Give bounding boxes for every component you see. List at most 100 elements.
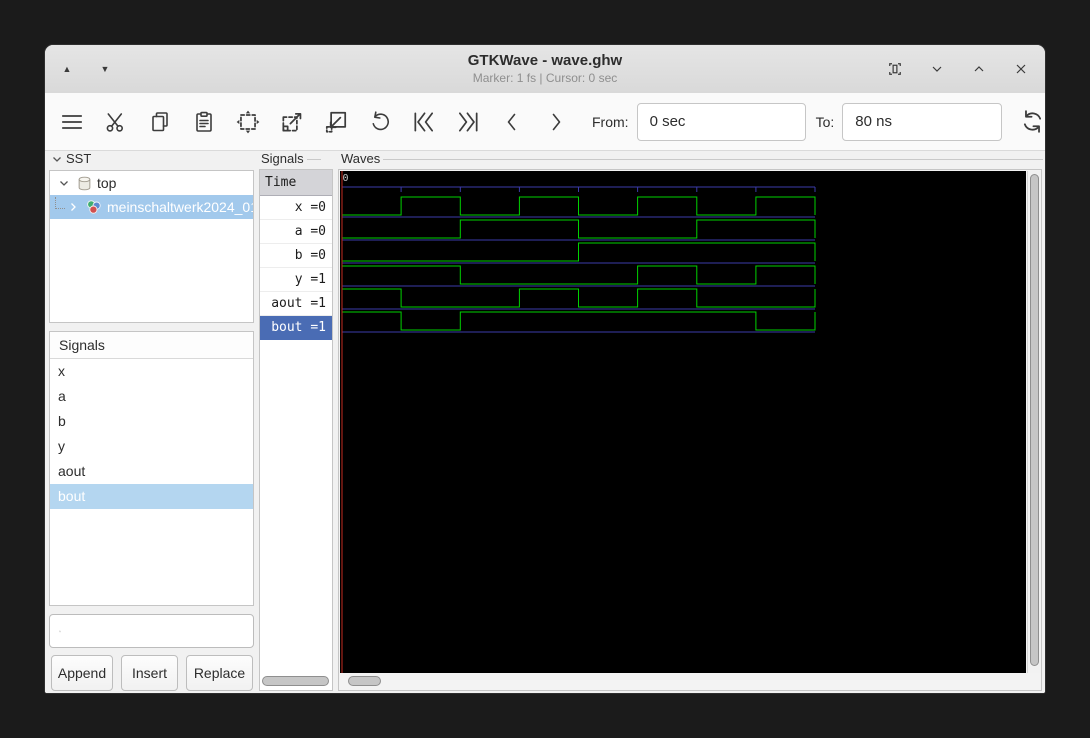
maximize-button[interactable] bbox=[969, 59, 989, 79]
waveform-trace-bout bbox=[342, 312, 815, 330]
chevron-up-icon bbox=[971, 61, 987, 77]
signal-list-item-x[interactable]: x bbox=[50, 359, 253, 384]
step-forward-button[interactable] bbox=[542, 108, 570, 136]
replace-button[interactable]: Replace bbox=[186, 655, 253, 691]
paste-icon bbox=[192, 110, 216, 134]
value-row[interactable]: y =1 bbox=[260, 268, 332, 292]
search-icon bbox=[59, 624, 61, 639]
zoom-out-button[interactable] bbox=[322, 108, 350, 136]
sst-header[interactable]: SST bbox=[51, 151, 91, 166]
value-rows: x =0a =0b =0y =1aout =1bout =1 bbox=[260, 196, 332, 340]
waveform-trace-x bbox=[342, 197, 815, 215]
go-to-end-icon bbox=[455, 109, 481, 135]
chevron-down-icon bbox=[929, 61, 945, 77]
values-frame-label: Signals bbox=[261, 151, 321, 166]
fullscreen-icon bbox=[886, 60, 904, 78]
to-label: To: bbox=[816, 114, 835, 130]
zoom-out-icon bbox=[323, 109, 349, 135]
minimize-button[interactable] bbox=[927, 59, 947, 79]
fullscreen-button[interactable] bbox=[885, 59, 905, 79]
tree-guide bbox=[55, 197, 65, 209]
tree-item-top[interactable]: top bbox=[50, 171, 253, 195]
signal-list-item-b[interactable]: b bbox=[50, 409, 253, 434]
waves-frame-label: Waves bbox=[341, 151, 1043, 166]
reload-button[interactable] bbox=[1018, 108, 1046, 136]
value-row[interactable]: b =0 bbox=[260, 244, 332, 268]
append-button-label: Append bbox=[58, 665, 106, 681]
value-row[interactable]: x =0 bbox=[260, 196, 332, 220]
menu-icon bbox=[59, 109, 85, 135]
close-icon bbox=[1013, 61, 1029, 77]
go-to-start-icon bbox=[411, 109, 437, 135]
undo-button[interactable] bbox=[366, 108, 394, 136]
append-button[interactable]: Append bbox=[51, 655, 113, 691]
expander-down-icon bbox=[51, 153, 63, 165]
expander-down-icon[interactable] bbox=[58, 177, 70, 189]
waves-vscrollbar-thumb[interactable] bbox=[1030, 174, 1039, 666]
cut-button[interactable] bbox=[102, 108, 130, 136]
tree-item-label: top bbox=[97, 175, 116, 191]
zoom-in-icon bbox=[279, 109, 305, 135]
go-to-start-button[interactable] bbox=[410, 108, 438, 136]
go-to-end-button[interactable] bbox=[454, 108, 482, 136]
step-back-button[interactable] bbox=[498, 108, 526, 136]
expander-right-icon[interactable] bbox=[67, 201, 79, 213]
tree-item-module[interactable]: meinschaltwerk2024_01 bbox=[50, 195, 253, 219]
value-row[interactable]: bout =1 bbox=[260, 316, 332, 340]
cut-icon bbox=[104, 110, 128, 134]
tree-item-label: meinschaltwerk2024_01 bbox=[107, 199, 253, 215]
signal-list-item-aout[interactable]: aout bbox=[50, 459, 253, 484]
signal-list-item-y[interactable]: y bbox=[50, 434, 253, 459]
search-input[interactable] bbox=[68, 622, 253, 640]
waveform-canvas[interactable]: 0 bbox=[340, 171, 1026, 673]
titlebar[interactable]: ▲ ▼ GTKWave - wave.ghw Marker: 1 fs | Cu… bbox=[45, 45, 1045, 94]
waveform-svg: 0 bbox=[340, 171, 1026, 673]
main-content: SST top bbox=[45, 151, 1045, 693]
chevron-right-icon bbox=[544, 110, 568, 134]
gtkwave-window: ▲ ▼ GTKWave - wave.ghw Marker: 1 fs | Cu… bbox=[44, 44, 1046, 694]
database-icon bbox=[77, 176, 92, 191]
copy-icon bbox=[148, 110, 172, 134]
signal-browser-header: Signals bbox=[50, 332, 253, 359]
signal-browser: Signals xabyaoutbout bbox=[49, 331, 254, 606]
frame-line bbox=[383, 159, 1043, 160]
values-hscrollbar-thumb[interactable] bbox=[262, 676, 329, 686]
signal-browser-list: xabyaoutbout bbox=[50, 359, 253, 509]
replace-button-label: Replace bbox=[194, 665, 245, 681]
value-row[interactable]: aout =1 bbox=[260, 292, 332, 316]
reload-icon bbox=[1019, 108, 1046, 135]
module-icon bbox=[86, 199, 102, 215]
to-input[interactable] bbox=[842, 103, 1002, 141]
toolbar: From: To: bbox=[45, 93, 1045, 151]
undo-icon bbox=[368, 110, 392, 134]
insert-button[interactable]: Insert bbox=[121, 655, 178, 691]
timeline-origin-label: 0 bbox=[343, 173, 349, 184]
waves-panel: 0 bbox=[338, 169, 1042, 691]
waveform-trace-aout bbox=[342, 289, 815, 307]
waveform-trace-b bbox=[342, 243, 815, 261]
chevron-left-icon bbox=[500, 110, 524, 134]
copy-button[interactable] bbox=[146, 108, 174, 136]
values-frame-label-text: Signals bbox=[261, 151, 304, 166]
values-panel: Time x =0a =0b =0y =1aout =1bout =1 bbox=[259, 169, 333, 691]
waveform-trace-y bbox=[342, 266, 815, 284]
waves-vscrollbar[interactable] bbox=[1027, 171, 1041, 673]
signal-search-box[interactable] bbox=[49, 614, 254, 648]
menu-button[interactable] bbox=[58, 108, 86, 136]
frame-line bbox=[307, 159, 321, 160]
time-column-header: Time bbox=[260, 170, 332, 196]
from-input[interactable] bbox=[637, 103, 806, 141]
screenshot-root: { "window": { "title": "GTKWave - wave.g… bbox=[0, 0, 1090, 738]
paste-button[interactable] bbox=[190, 108, 218, 136]
close-button[interactable] bbox=[1011, 59, 1031, 79]
zoom-fit-icon bbox=[235, 109, 261, 135]
signal-list-item-bout[interactable]: bout bbox=[50, 484, 253, 509]
sst-tree: top meinschaltwerk2024_01 bbox=[49, 170, 254, 323]
sst-label: SST bbox=[66, 151, 91, 166]
value-row[interactable]: a =0 bbox=[260, 220, 332, 244]
zoom-fit-button[interactable] bbox=[234, 108, 262, 136]
signal-list-item-a[interactable]: a bbox=[50, 384, 253, 409]
waves-hscrollbar-thumb[interactable] bbox=[348, 676, 381, 686]
zoom-in-button[interactable] bbox=[278, 108, 306, 136]
waveform-trace-a bbox=[342, 220, 815, 238]
